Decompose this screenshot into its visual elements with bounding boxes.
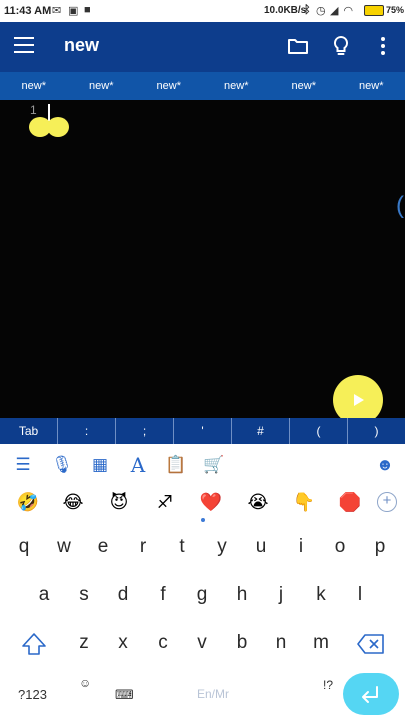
bluetooth-icon: ᛒ <box>304 4 311 16</box>
video-icon: ■ <box>84 4 91 16</box>
battery-percent: 75% <box>386 5 405 15</box>
symbol-tab[interactable]: Tab <box>0 418 58 444</box>
key-w[interactable]: w <box>46 529 82 565</box>
more-vert-icon[interactable] <box>371 34 395 58</box>
key-a[interactable]: a <box>26 577 62 613</box>
emoji-key[interactable]: 🤣 <box>15 489 41 515</box>
signal-icon: ◢ <box>330 5 339 17</box>
key-b[interactable]: b <box>224 625 260 661</box>
shift-icon <box>22 633 46 655</box>
image-icon: ▣ <box>68 5 79 17</box>
symbol-quote[interactable]: ' <box>174 418 232 444</box>
key-e[interactable]: e <box>85 529 121 565</box>
page-indicator-dot <box>201 518 205 522</box>
emoji-face-icon[interactable]: ☻ <box>374 454 396 476</box>
enter-icon <box>362 686 378 703</box>
key-k[interactable]: k <box>303 577 339 613</box>
shift-key[interactable] <box>18 628 50 660</box>
alarm-icon: ◷ <box>316 5 326 17</box>
tab-file-2[interactable]: new* <box>68 72 136 100</box>
punctuation-key[interactable]: !? <box>323 678 333 692</box>
network-speed: 10.0KB/s <box>264 5 307 16</box>
key-d[interactable]: d <box>105 577 141 613</box>
emoji-key[interactable]: 😈 <box>106 489 132 515</box>
key-n[interactable]: n <box>263 625 299 661</box>
emoji-key[interactable]: 🛑 <box>337 489 363 515</box>
emoji-mode-key[interactable]: ☺ <box>79 676 91 690</box>
line-number: 1 <box>30 103 37 117</box>
soft-keyboard: ☰ 🎙 ▦ A 📋 🛒 ☻ 🤣 😂 😈 ♐ ❤️ 😭 👇 🛑 + q w e r… <box>0 444 405 720</box>
emoji-key[interactable]: 👇 <box>291 489 317 515</box>
emoji-key[interactable]: 😭 <box>245 489 271 515</box>
symbol-colon[interactable]: : <box>58 418 116 444</box>
text-lines-icon[interactable]: ☰ <box>12 454 34 476</box>
key-p[interactable]: p <box>362 529 398 565</box>
key-l[interactable]: l <box>342 577 378 613</box>
file-tabs: new* new* new* new* new* new* <box>0 72 405 100</box>
status-time: 11:43 AM <box>4 5 52 17</box>
symbol-semicolon[interactable]: ; <box>116 418 174 444</box>
add-emoji-icon[interactable]: + <box>377 492 397 512</box>
space-bar-label[interactable]: En/Mr <box>197 687 229 701</box>
cursor-handle[interactable] <box>29 117 69 137</box>
clipboard-icon[interactable]: 📋 <box>165 454 187 476</box>
key-h[interactable]: h <box>224 577 260 613</box>
tab-file-4[interactable]: new* <box>203 72 271 100</box>
film-icon[interactable]: ▦ <box>89 454 111 476</box>
key-i[interactable]: i <box>283 529 319 565</box>
app-bar: new <box>0 22 405 72</box>
symbol-open-paren[interactable]: ( <box>290 418 348 444</box>
tab-file-1[interactable]: new* <box>0 72 68 100</box>
menu-icon[interactable] <box>14 37 34 53</box>
key-x[interactable]: x <box>105 625 141 661</box>
folder-icon[interactable] <box>286 34 310 58</box>
emoji-key[interactable]: 😂 <box>60 489 86 515</box>
key-m[interactable]: m <box>303 625 339 661</box>
wifi-icon: ◠ <box>344 5 353 17</box>
key-j[interactable]: j <box>263 577 299 613</box>
key-v[interactable]: v <box>184 625 220 661</box>
key-r[interactable]: r <box>125 529 161 565</box>
enter-key[interactable] <box>343 673 399 715</box>
font-icon[interactable]: A <box>127 454 149 476</box>
battery-icon <box>364 5 384 16</box>
key-t[interactable]: t <box>164 529 200 565</box>
key-f[interactable]: f <box>145 577 181 613</box>
key-q[interactable]: q <box>6 529 42 565</box>
backspace-icon <box>357 634 384 654</box>
key-g[interactable]: g <box>184 577 220 613</box>
tab-file-5[interactable]: new* <box>270 72 338 100</box>
play-icon <box>354 394 364 406</box>
page-title: new <box>64 35 100 55</box>
language-switch-icon[interactable]: ⌨ <box>115 687 134 703</box>
symbol-bar: Tab : ; ' # ( ) <box>0 418 405 444</box>
edge-paren: ( <box>396 192 404 219</box>
cart-icon[interactable]: 🛒 <box>203 454 225 476</box>
notification-icon: ✉ <box>52 5 62 17</box>
tab-file-3[interactable]: new* <box>135 72 203 100</box>
key-s[interactable]: s <box>66 577 102 613</box>
key-u[interactable]: u <box>243 529 279 565</box>
status-bar: 11:43 AM ✉ ▣ ■ 10.0KB/s ᛒ ◷ ◢ ◠ 75% <box>0 0 405 22</box>
symbols-mode-key[interactable]: ?123 <box>18 687 47 702</box>
symbol-hash[interactable]: # <box>232 418 290 444</box>
code-editor[interactable]: 1 ( <box>0 100 405 425</box>
key-z[interactable]: z <box>66 625 102 661</box>
symbol-close-paren[interactable]: ) <box>348 418 405 444</box>
backspace-key[interactable] <box>355 630 387 662</box>
tab-file-6[interactable]: new* <box>338 72 405 100</box>
key-y[interactable]: y <box>204 529 240 565</box>
lightbulb-icon[interactable] <box>329 34 353 58</box>
emoji-key[interactable]: ♐ <box>152 489 178 515</box>
key-c[interactable]: c <box>145 625 181 661</box>
key-o[interactable]: o <box>322 529 358 565</box>
emoji-key[interactable]: ❤️ <box>198 489 224 515</box>
microphone-icon[interactable]: 🎙 <box>51 454 73 476</box>
